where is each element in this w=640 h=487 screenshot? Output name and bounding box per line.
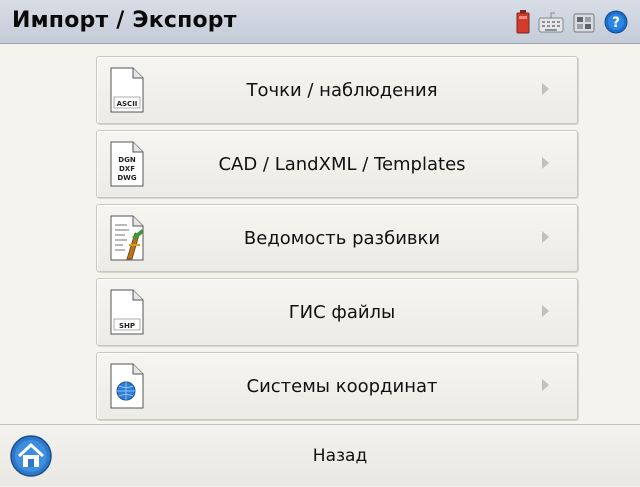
svg-text:?: ? xyxy=(612,15,620,31)
menu-item-gis-files[interactable]: SHP ГИС файлы xyxy=(96,278,578,346)
chevron-right-icon xyxy=(542,305,549,317)
chevron-right-icon xyxy=(542,231,549,243)
menu-item-label: ГИС файлы xyxy=(288,302,396,323)
back-button[interactable]: Назад xyxy=(100,425,580,487)
menu-item-label: Точки / наблюдения xyxy=(246,80,438,101)
globe-file-icon xyxy=(110,363,144,409)
svg-text:DWG: DWG xyxy=(117,174,137,182)
svg-text:DGN: DGN xyxy=(118,156,136,164)
bottom-bar: Назад xyxy=(0,424,640,486)
menu-item-coordinate-systems[interactable]: Системы координат xyxy=(96,352,578,420)
chevron-right-icon xyxy=(542,157,549,169)
svg-text:SHP: SHP xyxy=(119,322,135,330)
svg-text:DXF: DXF xyxy=(119,165,135,173)
chevron-right-icon xyxy=(542,379,549,391)
chevron-right-icon xyxy=(542,83,549,95)
menu-item-label: CAD / LandXML / Templates xyxy=(218,154,466,175)
window-title: Импорт / Экспорт xyxy=(12,8,237,33)
keyboard-icon[interactable] xyxy=(538,10,564,34)
home-icon[interactable] xyxy=(10,435,52,477)
title-bar: Импорт / Экспорт ? xyxy=(0,0,640,44)
battery-icon[interactable] xyxy=(516,10,530,34)
main-content: ASCII Точки / наблюдения DGN DXF DWG CAD… xyxy=(0,44,640,424)
status-icons: ? xyxy=(516,10,640,34)
ascii-file-icon: ASCII xyxy=(110,67,144,113)
menu-item-label: Системы координат xyxy=(246,376,438,397)
menu-item-stakeout-report[interactable]: Ведомость разбивки xyxy=(96,204,578,272)
settings-icon[interactable] xyxy=(572,10,596,34)
menu-item-points-observations[interactable]: ASCII Точки / наблюдения xyxy=(96,56,578,124)
shp-file-icon: SHP xyxy=(110,289,144,335)
stakeout-report-icon xyxy=(110,215,144,261)
svg-text:ASCII: ASCII xyxy=(117,100,138,108)
help-icon[interactable]: ? xyxy=(604,10,628,34)
menu-item-label: Ведомость разбивки xyxy=(243,228,441,249)
menu-item-cad-landxml-templates[interactable]: DGN DXF DWG CAD / LandXML / Templates xyxy=(96,130,578,198)
dgn-dxf-dwg-file-icon: DGN DXF DWG xyxy=(110,141,144,187)
